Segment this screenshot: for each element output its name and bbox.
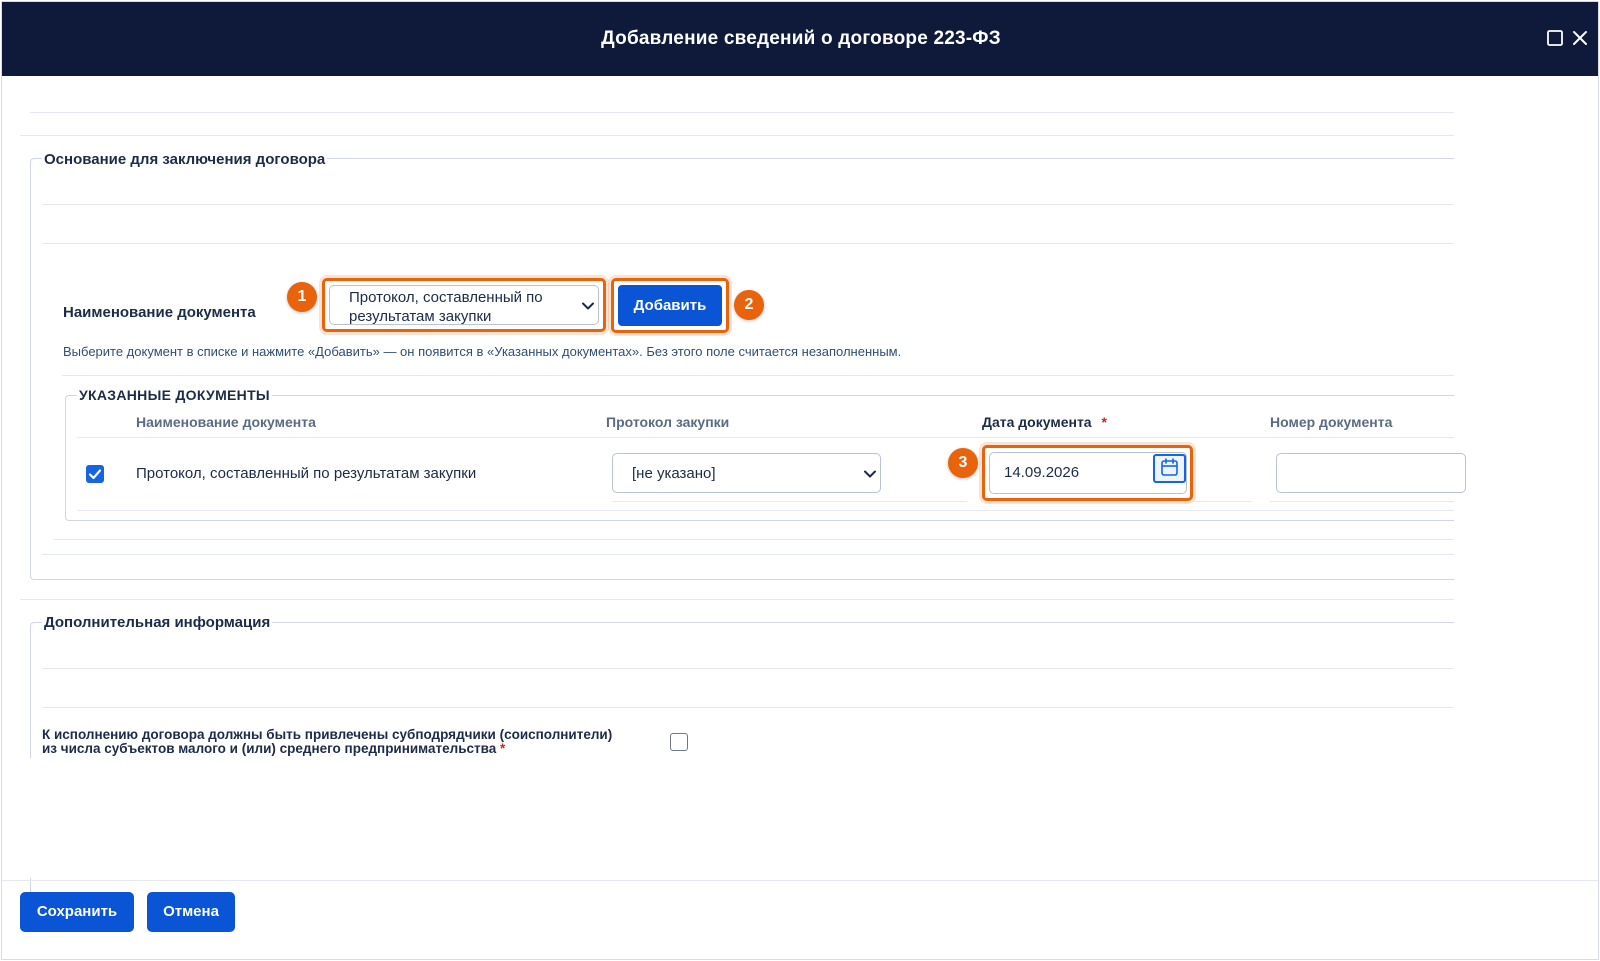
cancel-button[interactable]: Отмена	[147, 892, 235, 932]
checkmark-icon	[88, 469, 102, 480]
subcontractors-label-line2-wrap: из числа субъектов малого и (или) средне…	[42, 742, 662, 756]
calendar-button[interactable]	[1153, 454, 1186, 483]
divider	[62, 375, 1454, 376]
content-spacer	[2, 758, 1598, 878]
save-button[interactable]: Сохранить	[20, 892, 134, 932]
maximize-button[interactable]	[1545, 28, 1565, 48]
document-name-label: Наименование документа	[63, 304, 256, 321]
maximize-icon	[1547, 30, 1563, 46]
column-header-number: Номер документа	[1270, 414, 1393, 430]
divider	[42, 668, 1454, 669]
subcontractors-label-line1: К исполнению договора должны быть привле…	[42, 727, 613, 742]
chevron-down-icon	[864, 470, 876, 478]
divider	[20, 135, 1454, 136]
add-document-hint: Выберите документ в списке и нажмите «До…	[63, 344, 902, 359]
column-header-document-name: Наименование документа	[136, 414, 316, 430]
divider	[42, 707, 1454, 708]
divider	[30, 112, 1454, 113]
divider	[42, 554, 1454, 555]
document-number-input[interactable]	[1276, 453, 1466, 493]
documents-table-legend: УКАЗАННЫЕ ДОКУМЕНТЫ	[77, 387, 272, 403]
calendar-icon	[1161, 458, 1178, 476]
divider	[42, 243, 1454, 244]
table-row-divider	[77, 510, 1454, 511]
divider	[20, 599, 1454, 600]
divider	[54, 539, 1454, 540]
dialog-header: Добавление сведений о договоре 223-ФЗ	[2, 2, 1598, 76]
step-badge-1: 1	[287, 282, 317, 312]
subcontractors-label-line2: из числа субъектов малого и (или) средне…	[42, 741, 497, 756]
column-header-date: Дата документа *	[982, 414, 1107, 430]
column-header-date-label: Дата документа	[982, 414, 1092, 430]
required-asterisk: *	[500, 741, 506, 756]
cell-divider	[982, 501, 1252, 502]
document-select-value-line1: Протокол, составленный по	[349, 289, 543, 306]
row-select-checkbox[interactable]	[86, 465, 104, 483]
add-document-button[interactable]: Добавить	[618, 285, 722, 326]
subcontractors-label: К исполнению договора должны быть привле…	[42, 728, 662, 756]
contract-dialog: Добавление сведений о договоре 223-ФЗ Ос…	[1, 1, 1599, 960]
close-icon	[1573, 31, 1587, 45]
dialog-title: Добавление сведений о договоре 223-ФЗ	[601, 28, 1001, 49]
cell-divider	[1270, 501, 1454, 502]
document-date-value: 14.09.2026	[1004, 464, 1080, 481]
required-asterisk: *	[1101, 414, 1107, 430]
additional-info-legend: Дополнительная информация	[42, 614, 273, 631]
close-button[interactable]	[1570, 28, 1590, 48]
chevron-down-icon	[582, 302, 594, 310]
subcontractors-checkbox[interactable]	[670, 733, 688, 751]
document-select-value-line2: результатам закупки	[349, 308, 492, 325]
column-header-protocol: Протокол закупки	[606, 414, 730, 430]
step-badge-2: 2	[734, 290, 764, 320]
divider	[42, 204, 1454, 205]
protocol-select-value: [не указано]	[632, 465, 716, 482]
document-date-input[interactable]: 14.09.2026	[989, 452, 1187, 494]
footer-divider	[2, 880, 1598, 881]
protocol-select[interactable]: [не указано]	[612, 453, 881, 493]
document-name-select[interactable]: Протокол, составленный по результатам за…	[329, 285, 599, 325]
cell-divider	[612, 501, 967, 502]
row-document-name: Протокол, составленный по результатам за…	[136, 465, 477, 482]
basis-legend: Основание для заключения договора	[42, 151, 328, 168]
step-badge-3: 3	[948, 448, 978, 478]
table-header-divider	[77, 437, 1454, 438]
